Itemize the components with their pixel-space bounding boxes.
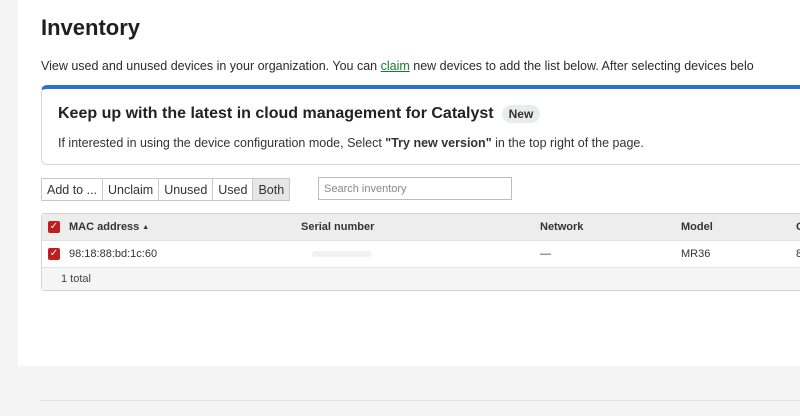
new-badge: New <box>501 105 541 123</box>
banner-title-row: Keep up with the latest in cloud managem… <box>58 105 541 123</box>
network-header[interactable]: Network <box>540 214 583 240</box>
filter-both-button[interactable]: Both <box>252 178 291 201</box>
table-header: ✓ MAC address ▲ Serial number Network Mo… <box>42 214 800 240</box>
check-icon: ✓ <box>48 248 60 260</box>
row-extra: 8 <box>796 248 800 260</box>
serial-header[interactable]: Serial number <box>301 214 374 240</box>
select-all-checkbox[interactable]: ✓ <box>48 214 60 240</box>
banner-text-bold: "Try new version" <box>385 136 492 150</box>
mac-header[interactable]: MAC address ▲ <box>69 214 149 240</box>
inventory-table: ✓ MAC address ▲ Serial number Network Mo… <box>41 213 800 291</box>
row-network: — <box>540 248 551 260</box>
add-to-button[interactable]: Add to ... <box>41 178 104 201</box>
banner-title: Keep up with the latest in cloud managem… <box>58 105 494 123</box>
table-row[interactable]: ✓ 98:18:88:bd:1c:60 — MR36 8 <box>42 240 800 267</box>
model-header[interactable]: Model <box>681 214 713 240</box>
page-description: View used and unused devices in your org… <box>41 59 754 73</box>
extra-header[interactable]: C <box>796 214 800 240</box>
footer-divider <box>40 400 800 401</box>
total-count: 1 total <box>61 273 91 285</box>
filter-used-button[interactable]: Used <box>212 178 254 201</box>
banner-text-start: If interested in using the device config… <box>58 136 386 150</box>
row-mac: 98:18:88:bd:1c:60 <box>69 248 158 260</box>
table-footer: 1 total <box>42 267 800 290</box>
page-title: Inventory <box>41 15 141 40</box>
unclaim-button[interactable]: Unclaim <box>102 178 160 201</box>
mac-header-label: MAC address <box>69 221 140 233</box>
row-checkbox[interactable]: ✓ <box>48 241 60 267</box>
inventory-card: Inventory View used and unused devices i… <box>18 0 800 366</box>
banner-text-end: in the top right of the page. <box>491 136 644 150</box>
inventory-toolbar: Add to ... Unclaim Unused Used Both <box>41 178 291 201</box>
filter-unused-button[interactable]: Unused <box>158 178 214 201</box>
claim-link[interactable]: claim <box>381 59 410 73</box>
sort-asc-icon: ▲ <box>142 223 150 231</box>
check-icon: ✓ <box>48 221 60 233</box>
description-text-end: new devices to add the list below. After… <box>409 59 754 73</box>
redacted-serial <box>312 251 372 257</box>
catalyst-banner: Keep up with the latest in cloud managem… <box>41 85 800 165</box>
description-text-start: View used and unused devices in your org… <box>41 59 381 73</box>
row-serial <box>312 241 372 267</box>
search-input[interactable]: Search inventory <box>318 177 512 200</box>
row-model: MR36 <box>681 248 711 260</box>
banner-text: If interested in using the device config… <box>58 136 644 150</box>
